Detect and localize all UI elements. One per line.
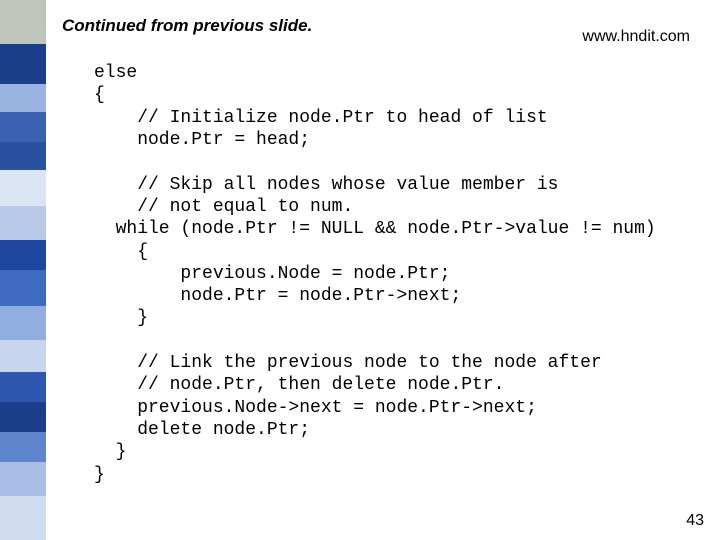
sidebar-stripe <box>0 112 46 142</box>
page-number: 43 <box>686 512 704 530</box>
code-line: previous.Node->next = node.Ptr->next; <box>94 398 537 418</box>
decorative-sidebar <box>0 0 46 540</box>
sidebar-stripe <box>0 142 46 170</box>
code-line: // node.Ptr, then delete node.Ptr. <box>94 375 504 395</box>
code-line: // Link the previous node to the node af… <box>94 353 602 373</box>
sidebar-stripe <box>0 496 46 540</box>
sidebar-stripe <box>0 306 46 340</box>
code-line: // not equal to num. <box>94 197 353 217</box>
sidebar-stripe <box>0 170 46 206</box>
code-line: } <box>94 465 105 485</box>
site-url: www.hndit.com <box>582 28 690 46</box>
sidebar-stripe <box>0 340 46 372</box>
code-line: while (node.Ptr != NULL && node.Ptr->val… <box>94 219 656 239</box>
code-line: } <box>94 308 148 328</box>
code-line: else <box>94 63 137 83</box>
sidebar-stripe <box>0 372 46 402</box>
sidebar-stripe <box>0 44 46 84</box>
code-line: node.Ptr = head; <box>94 130 310 150</box>
sidebar-stripe <box>0 0 46 44</box>
code-line: } <box>94 442 126 462</box>
sidebar-stripe <box>0 402 46 432</box>
sidebar-stripe <box>0 270 46 306</box>
sidebar-stripe <box>0 240 46 270</box>
sidebar-stripe <box>0 206 46 240</box>
slide: Continued from previous slide. www.hndit… <box>0 0 720 540</box>
slide-continuation-header: Continued from previous slide. <box>62 16 312 36</box>
sidebar-stripe <box>0 84 46 112</box>
code-line: previous.Node = node.Ptr; <box>94 264 450 284</box>
code-line: // Initialize node.Ptr to head of list <box>94 108 548 128</box>
code-line: delete node.Ptr; <box>94 420 310 440</box>
sidebar-stripe <box>0 432 46 462</box>
code-line: { <box>94 242 148 262</box>
code-line: node.Ptr = node.Ptr->next; <box>94 286 461 306</box>
sidebar-stripe <box>0 462 46 496</box>
code-line: { <box>94 85 105 105</box>
code-block: else { // Initialize node.Ptr to head of… <box>94 62 656 486</box>
code-line: // Skip all nodes whose value member is <box>94 175 558 195</box>
